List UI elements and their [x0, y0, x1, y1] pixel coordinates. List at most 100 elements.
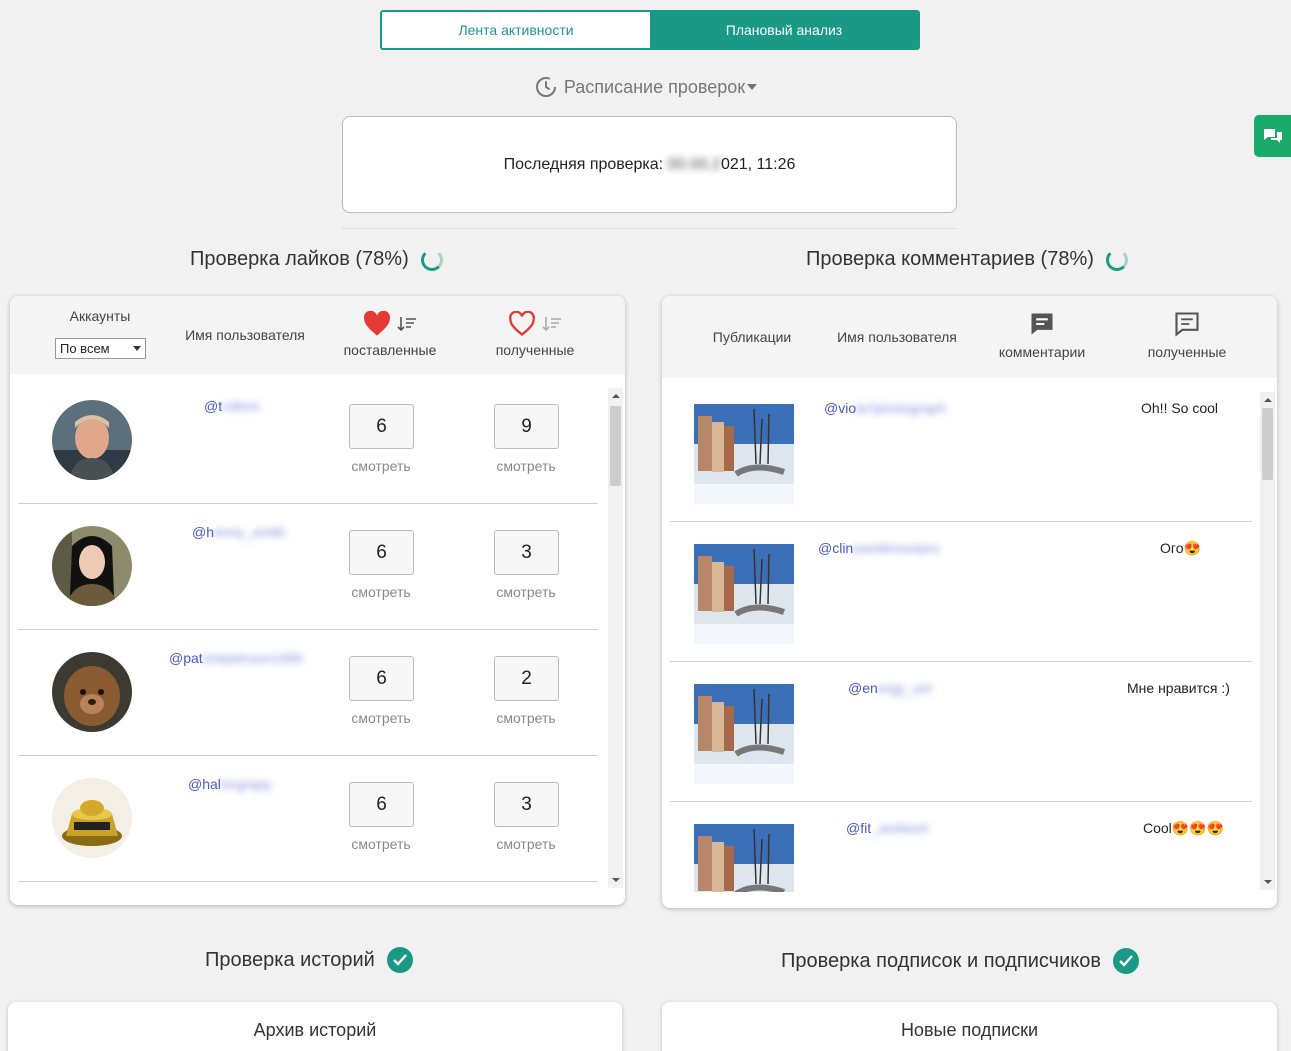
username-link[interactable]: @hallorgrapy — [188, 776, 272, 792]
view-link[interactable]: смотреть — [341, 836, 421, 852]
likes-scrollbar[interactable] — [608, 388, 623, 888]
select-arrow-icon — [133, 346, 141, 351]
avatar[interactable] — [52, 652, 132, 732]
post-thumbnail[interactable] — [694, 684, 794, 784]
sort-desc-icon — [397, 317, 416, 332]
new-follows-card[interactable]: Новые подписки — [662, 1002, 1277, 1051]
posts-header: Публикации — [712, 329, 792, 345]
likes-row: @hallorgrapy 6 смотреть 3 смотреть — [18, 756, 598, 882]
likes-panel-header: Аккаунты По всем Имя пользователя постав… — [10, 296, 625, 374]
stories-title-text: Проверка историй — [205, 948, 375, 971]
given-count-button[interactable]: 6 — [349, 656, 414, 701]
check-circle-icon — [386, 947, 413, 973]
received-likes-header[interactable]: полученные — [480, 310, 590, 358]
username-header: Имя пользователя — [185, 327, 305, 343]
comments-section-title: Проверка комментариев (78%) — [806, 248, 1128, 271]
given-count-button[interactable]: 6 — [349, 782, 414, 827]
received-count-button[interactable]: 9 — [494, 404, 559, 449]
avatar[interactable] — [52, 778, 132, 858]
loading-spinner-icon — [420, 248, 443, 271]
view-link[interactable]: смотреть — [486, 710, 566, 726]
username-link[interactable]: @patrickpetrson1999 — [169, 650, 302, 666]
chevron-down-icon — [747, 84, 758, 90]
view-link[interactable]: смотреть — [341, 584, 421, 600]
view-link[interactable]: смотреть — [341, 710, 421, 726]
received-count-button[interactable]: 3 — [494, 530, 559, 575]
view-link[interactable]: смотреть — [341, 458, 421, 474]
comment-row: @energy_om Мне нравится :) — [670, 662, 1252, 802]
view-link[interactable]: смотреть — [486, 458, 566, 474]
comment-text: Cool😍😍😍 — [1143, 820, 1225, 836]
comment-row: @clineandersonpro Ого😍 — [670, 522, 1252, 662]
comments-panel-header: Публикации Имя пользователя комментарии … — [662, 296, 1277, 378]
new-follows-label: Новые подписки — [900, 1020, 1039, 1040]
comment-text: Ого😍 — [1160, 540, 1201, 556]
view-tabs: Лента активности Плановый анализ — [380, 10, 920, 50]
post-thumbnail[interactable] — [694, 824, 794, 892]
comment-row: @viola7photograph Oh!! So cool — [670, 382, 1252, 522]
username-link[interactable]: @clineandersonpro — [818, 540, 940, 556]
username-link[interactable]: @fit_andsom — [846, 820, 929, 836]
username-link[interactable]: @viola7photograph — [824, 400, 946, 416]
tab-scheduled-analysis[interactable]: Плановый анализ — [650, 12, 918, 48]
sort-desc-icon — [542, 317, 561, 332]
post-thumbnail[interactable] — [694, 544, 794, 644]
comment-text: Мне нравится :) — [1127, 680, 1230, 696]
given-label: поставленные — [343, 342, 437, 358]
chat-button[interactable] — [1254, 115, 1291, 157]
stories-section-title: Проверка историй — [205, 947, 413, 973]
likes-row: @henny_smith 6 смотреть 3 смотреть — [18, 504, 598, 630]
loading-spinner-icon — [1105, 248, 1128, 271]
given-count-button[interactable]: 6 — [349, 530, 414, 575]
comment-filled-icon — [1031, 313, 1053, 335]
scroll-down-icon[interactable] — [612, 878, 620, 882]
post-thumbnail[interactable] — [694, 404, 794, 504]
username-link[interactable]: @henny_smith — [192, 524, 286, 540]
avatar[interactable] — [52, 400, 132, 480]
username-link[interactable]: @energy_om — [848, 680, 932, 696]
comment-outline-icon — [1175, 312, 1199, 337]
clock-history-icon — [535, 77, 556, 97]
follows-section-title: Проверка подписок и подписчиков — [781, 948, 1139, 974]
comment-text: Oh!! So cool — [1141, 400, 1219, 416]
comments-header[interactable]: комментарии — [987, 310, 1097, 360]
stories-archive-card[interactable]: Архив историй — [8, 1002, 622, 1051]
likes-row: @patrickpetrson1999 6 смотреть 2 смотрет… — [18, 630, 598, 756]
scroll-up-icon[interactable] — [1264, 398, 1272, 402]
heart-outline-icon — [509, 311, 535, 336]
tab-activity-feed[interactable]: Лента активности — [382, 12, 650, 48]
accounts-filter-select[interactable]: По всем — [55, 338, 146, 359]
schedule-label: Расписание проверок — [563, 76, 746, 97]
username-header: Имя пользователя — [837, 329, 957, 345]
received-count-button[interactable]: 2 — [494, 656, 559, 701]
chat-icon — [1263, 129, 1282, 143]
last-check-label: Последняя проверка: — [503, 155, 664, 173]
given-count-button[interactable]: 6 — [349, 404, 414, 449]
accounts-filter-value: По всем — [60, 341, 110, 356]
username-link[interactable]: @trolloni — [204, 398, 259, 414]
scroll-up-icon[interactable] — [612, 394, 620, 398]
received-comments-header[interactable]: полученные — [1132, 310, 1242, 360]
divider — [342, 228, 957, 229]
received-label: полученные — [495, 342, 575, 358]
comments-label: комментарии — [998, 344, 1086, 360]
likes-section-title: Проверка лайков (78%) — [190, 248, 443, 271]
comments-scrollbar[interactable] — [1260, 392, 1275, 890]
avatar[interactable] — [52, 526, 132, 606]
likes-panel: Аккаунты По всем Имя пользователя постав… — [10, 296, 625, 905]
view-link[interactable]: смотреть — [486, 584, 566, 600]
scroll-thumb[interactable] — [610, 406, 621, 486]
given-likes-header[interactable]: поставленные — [335, 310, 445, 358]
received-label: полученные — [1147, 344, 1227, 360]
stories-archive-label: Архив историй — [253, 1020, 377, 1040]
view-link[interactable]: смотреть — [486, 836, 566, 852]
accounts-header: Аккаунты — [69, 308, 131, 324]
schedule-dropdown[interactable]: Расписание проверок — [0, 75, 1291, 99]
likes-title-text: Проверка лайков (78%) — [190, 248, 409, 270]
comment-row: @fit_andsom Cool😍😍😍 — [670, 802, 1252, 908]
follows-title-text: Проверка подписок и подписчиков — [781, 949, 1101, 972]
last-check-date: 021, 11:26 — [720, 155, 796, 173]
scroll-thumb[interactable] — [1262, 408, 1273, 480]
scroll-down-icon[interactable] — [1264, 880, 1272, 884]
received-count-button[interactable]: 3 — [494, 782, 559, 827]
